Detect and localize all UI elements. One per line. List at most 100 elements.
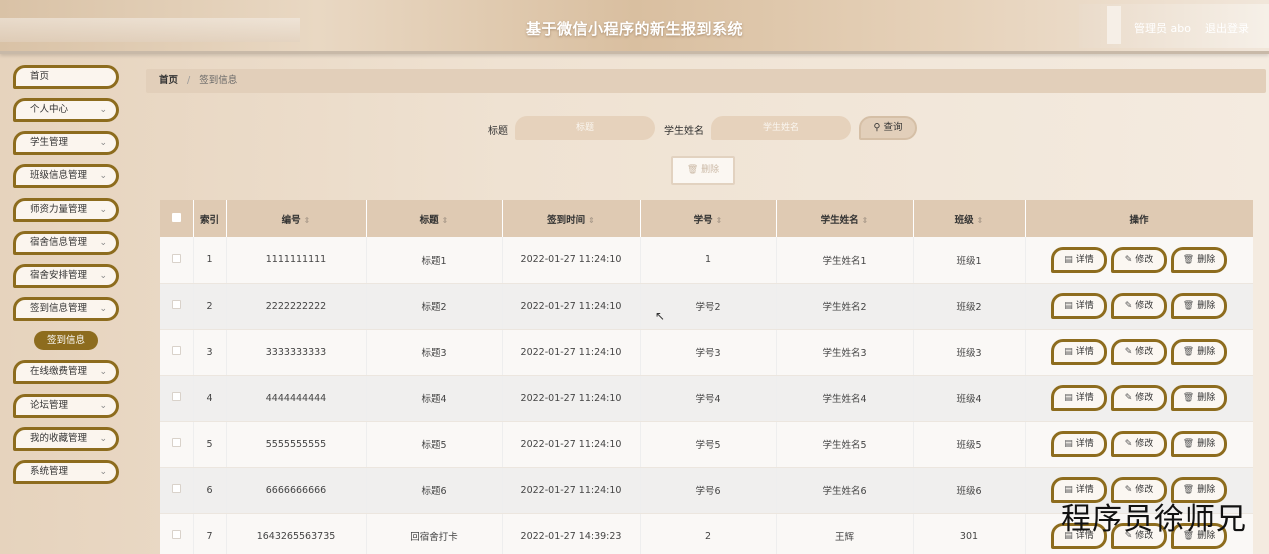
edit-button[interactable]: ✎ 修改: [1111, 246, 1167, 273]
row-select-cell[interactable]: [160, 329, 194, 376]
row-checkbox[interactable]: [171, 392, 181, 401]
delete-label: 删除: [1197, 393, 1216, 403]
sidebar-item-3[interactable]: 班级信息管理 ⌄: [13, 164, 119, 188]
delete-button[interactable]: 🗑 删除: [1171, 339, 1227, 365]
table-header-row: 索引 编号 ⇕ 标题 ⇕ 签到时间 ⇕ 学号 ⇕ 学生姓名 ⇕ 班级 ⇕ 操作: [160, 200, 1253, 237]
delete-button[interactable]: 🗑 删除: [1171, 385, 1227, 411]
edit-button[interactable]: ✎ 修改: [1111, 431, 1167, 457]
detail-button[interactable]: ▤ 详情: [1051, 431, 1107, 457]
sidebar-item-label: 我的收藏管理: [30, 433, 88, 444]
header-index: 索引: [193, 200, 227, 237]
row-select-cell[interactable]: [160, 467, 194, 514]
header-decoration: [1107, 6, 1121, 44]
breadcrumb-current: 签到信息: [199, 75, 238, 86]
cell-code: 2222222222: [226, 283, 367, 330]
sidebar-subitem-checkin-info[interactable]: 签到信息: [34, 331, 98, 350]
cell-class: 班级4: [913, 375, 1026, 422]
header-class[interactable]: 班级 ⇕: [913, 200, 1026, 237]
breadcrumb-home[interactable]: 首页: [159, 75, 178, 86]
detail-button[interactable]: ▤ 详情: [1051, 293, 1107, 319]
row-select-cell[interactable]: [160, 421, 194, 468]
batch-delete-label: 删除: [701, 165, 720, 175]
batch-delete-button[interactable]: 🗑 删除: [671, 156, 735, 185]
header-code[interactable]: 编号 ⇕: [226, 200, 367, 237]
sidebar-item-2[interactable]: 学生管理 ⌄: [13, 131, 119, 155]
cell-student_no: 学号4: [640, 375, 777, 422]
cell-actions: ▤ 详情 ✎ 修改 🗑 删除: [1025, 283, 1253, 330]
cell-index: 1: [193, 237, 227, 284]
edit-button[interactable]: ✎ 修改: [1111, 339, 1167, 365]
edit-button[interactable]: ✎ 修改: [1111, 385, 1167, 411]
sidebar-item-label: 宿舍信息管理: [30, 237, 88, 248]
sort-icon[interactable]: ⇕: [442, 216, 449, 225]
cell-title: 标题6: [366, 467, 503, 514]
sidebar-item-9[interactable]: 论坛管理 ⌄: [13, 394, 119, 418]
header-student-no[interactable]: 学号 ⇕: [640, 200, 777, 237]
delete-button[interactable]: 🗑 删除: [1171, 293, 1227, 319]
sort-icon[interactable]: ⇕: [716, 216, 723, 225]
select-all-cell[interactable]: [160, 200, 194, 237]
sidebar-item-6[interactable]: 宿舍安排管理 ⌄: [13, 264, 119, 288]
sort-icon[interactable]: ⇕: [862, 216, 869, 225]
title-search-input[interactable]: [515, 116, 655, 140]
cell-index: 6: [193, 467, 227, 514]
row-select-cell[interactable]: [160, 283, 194, 330]
sidebar-item-label: 系统管理: [30, 466, 69, 477]
delete-button[interactable]: 🗑 删除: [1171, 431, 1227, 457]
cell-time: 2022-01-27 14:39:23: [502, 513, 641, 554]
detail-button[interactable]: ▤ 详情: [1051, 385, 1107, 411]
delete-button[interactable]: 🗑 删除: [1171, 246, 1227, 273]
sidebar-item-0[interactable]: 首页: [13, 65, 119, 89]
cell-student_no: 学号5: [640, 421, 777, 468]
header-actions: 操作: [1025, 200, 1253, 237]
sidebar-item-8[interactable]: 在线缴费管理 ⌄: [13, 360, 119, 384]
row-checkbox[interactable]: [171, 484, 181, 493]
sidebar-item-11[interactable]: 系统管理 ⌄: [13, 460, 119, 484]
row-checkbox[interactable]: [171, 530, 181, 539]
detail-button[interactable]: ▤ 详情: [1051, 339, 1107, 365]
row-checkbox[interactable]: [171, 346, 181, 355]
search-button[interactable]: ⚲ 查询: [859, 116, 917, 140]
edit-button[interactable]: ✎ 修改: [1111, 293, 1167, 319]
row-checkbox[interactable]: [171, 300, 181, 309]
row-checkbox[interactable]: [171, 253, 181, 263]
sort-icon[interactable]: ⇕: [304, 216, 311, 225]
trash-icon: 🗑: [1182, 393, 1195, 403]
pencil-icon: ✎: [1124, 393, 1133, 403]
row-select-cell[interactable]: [160, 375, 194, 422]
cell-time: 2022-01-27 11:24:10: [502, 421, 641, 468]
row-checkbox[interactable]: [171, 438, 181, 447]
cell-name: 学生姓名1: [776, 237, 914, 284]
sort-icon[interactable]: ⇕: [977, 216, 984, 225]
detail-label: 详情: [1075, 301, 1094, 311]
row-select-cell[interactable]: [160, 513, 194, 554]
cell-name: 学生姓名3: [776, 329, 914, 376]
row-select-cell[interactable]: [160, 237, 194, 284]
sort-icon[interactable]: ⇕: [588, 216, 595, 225]
sidebar-item-4[interactable]: 师资力量管理 ⌄: [13, 198, 119, 222]
cell-name: 学生姓名6: [776, 467, 914, 514]
header-student-name[interactable]: 学生姓名 ⇕: [776, 200, 914, 237]
sidebar-item-1[interactable]: 个人中心 ⌄: [13, 98, 119, 122]
sidebar-item-10[interactable]: 我的收藏管理 ⌄: [13, 427, 119, 451]
sidebar-item-5[interactable]: 宿舍信息管理 ⌄: [13, 231, 119, 255]
cell-student_no: 1: [640, 237, 777, 284]
cell-code: 5555555555: [226, 421, 367, 468]
document-icon: ▤: [1064, 301, 1073, 311]
header-time[interactable]: 签到时间 ⇕: [502, 200, 641, 237]
logout-link[interactable]: 退出登录: [1205, 20, 1249, 36]
detail-button[interactable]: ▤ 详情: [1051, 246, 1107, 273]
cell-time: 2022-01-27 11:24:10: [502, 283, 641, 330]
cell-name: 学生姓名4: [776, 375, 914, 422]
sidebar-item-label: 首页: [30, 71, 50, 82]
select-all-checkbox[interactable]: [171, 212, 181, 222]
sidebar-item-7[interactable]: 签到信息管理 ⌄: [13, 297, 119, 321]
sidebar-item-label: 在线缴费管理: [30, 366, 88, 377]
chevron-down-icon: ⌄: [99, 171, 107, 181]
cell-index: 5: [193, 421, 227, 468]
header-title[interactable]: 标题 ⇕: [366, 200, 503, 237]
edit-label: 修改: [1135, 347, 1154, 357]
cell-time: 2022-01-27 11:24:10: [502, 375, 641, 422]
cell-actions: ▤ 详情 ✎ 修改 🗑 删除: [1025, 329, 1253, 376]
student-name-search-input[interactable]: [711, 116, 851, 140]
